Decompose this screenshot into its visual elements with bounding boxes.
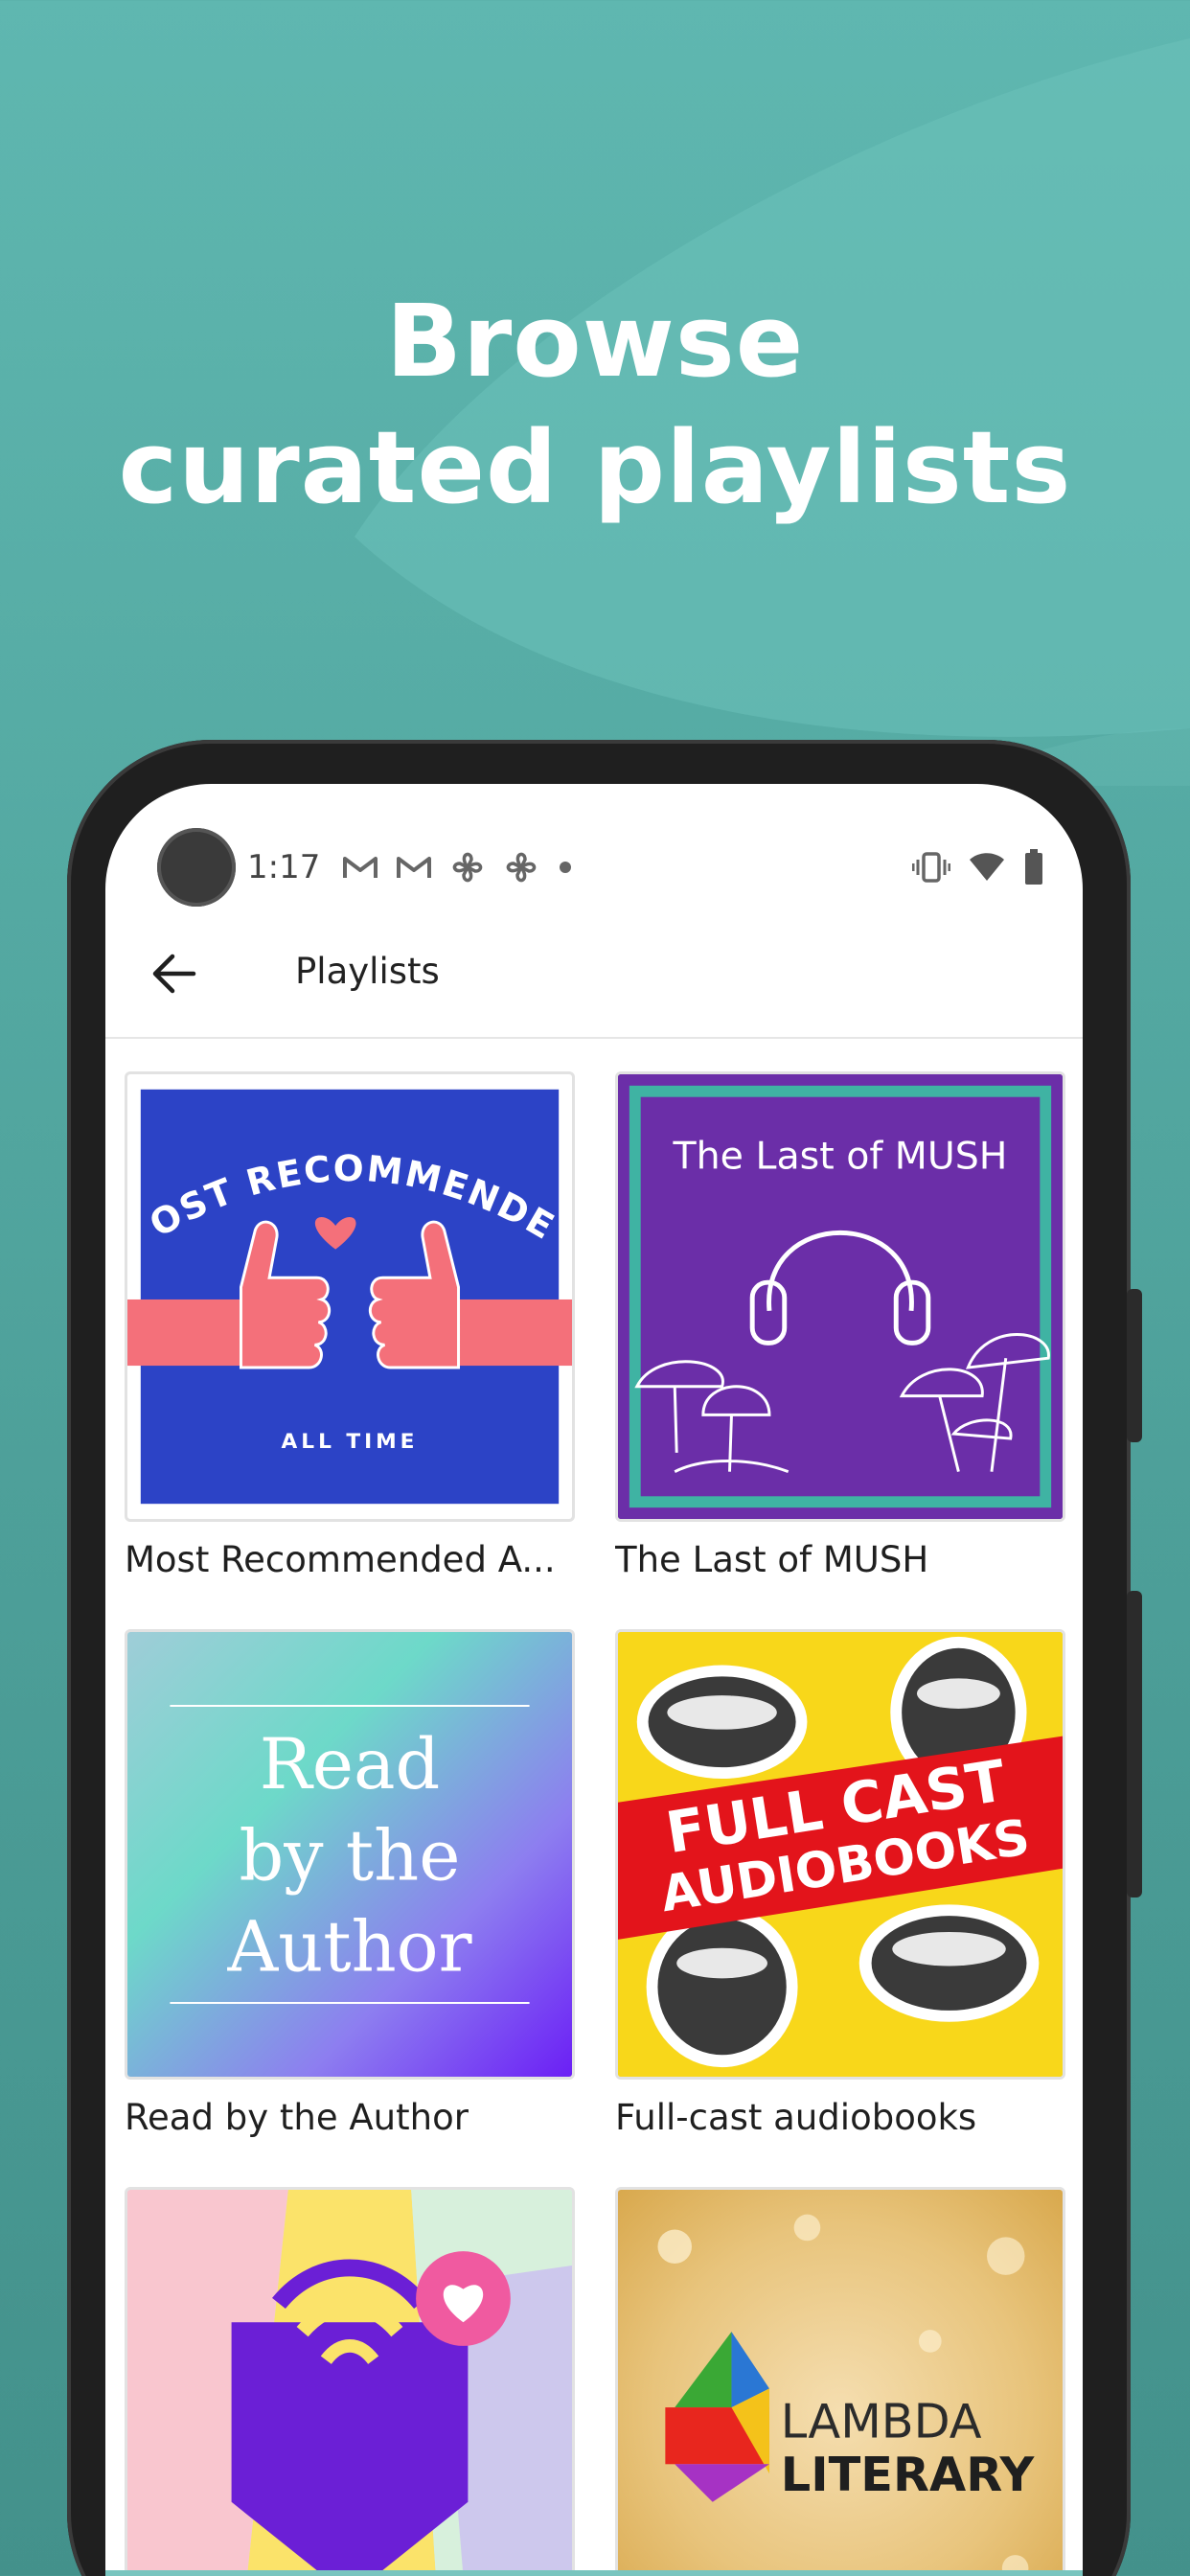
phone-side-button (1127, 1591, 1142, 1898)
headline: Browse curated playlists (0, 278, 1190, 531)
cover-text-lambda: LAMBDA (781, 2394, 982, 2450)
playlist-title: Full-cast audiobooks (615, 2097, 977, 2138)
full-cast-cover-art: FULL CAST AUDIOBOOKS (618, 1632, 1063, 2077)
playlist-cover: MOST RECOMMENDED ALL TIME (125, 1071, 575, 1522)
playlist-title: Most Recommended A... (125, 1539, 556, 1580)
status-bar: 1:17 (247, 834, 1044, 901)
page-title: Playlists (295, 951, 440, 992)
lambda-literary-cover-art: LAMBDA LITERARY (618, 2190, 1063, 2576)
app-bar: Playlists (105, 908, 1083, 1039)
pinwheel-icon (453, 852, 483, 883)
audiobook-heart-cover-art (127, 2190, 572, 2576)
phone-side-button (1127, 1289, 1142, 1442)
cover-text-author: Author (226, 1906, 471, 1988)
arrow-left-icon (152, 954, 196, 994)
bottom-strip (105, 2570, 1083, 2576)
headline-line-1: Browse (385, 283, 805, 400)
cover-text-by-the: by the (240, 1816, 461, 1898)
wifi-icon (970, 853, 1004, 881)
most-recommended-cover-art: MOST RECOMMENDED ALL TIME (127, 1074, 572, 1505)
playlist-title: Read by the Author (125, 2097, 469, 2138)
playlist-cover: LAMBDA LITERARY (615, 2187, 1065, 2576)
cover-text-all-time: ALL TIME (282, 1430, 419, 1454)
cover-text-literary: LITERARY (781, 2447, 1036, 2502)
playlist-cover: The Last of MUSH (615, 1071, 1065, 1522)
playlist-cover: Read by the Author (125, 1629, 575, 2080)
phone-screen: 1:17 Playlists MOST RECOMMENDE (105, 784, 1083, 2576)
system-icons (912, 849, 1044, 886)
playlist-cover (125, 2187, 575, 2576)
dot-icon (560, 862, 572, 873)
cover-text-read: Read (260, 1724, 441, 1806)
battery-icon (1025, 849, 1042, 885)
vibrate-icon (912, 852, 950, 883)
back-button[interactable] (146, 945, 203, 1002)
status-time: 1:17 (247, 848, 321, 886)
playlist-cover: FULL CAST AUDIOBOOKS (615, 1629, 1065, 2080)
playlist-title: The Last of MUSH (615, 1539, 929, 1580)
last-of-mush-cover-art: The Last of MUSH (618, 1074, 1063, 1519)
pinwheel-icon (507, 852, 537, 883)
read-by-author-cover-art: Read by the Author (127, 1632, 572, 2077)
headline-line-2: curated playlists (118, 409, 1072, 526)
gmail-icon (397, 857, 432, 878)
camera-cutout (157, 828, 236, 907)
notification-icons (341, 848, 575, 886)
gmail-icon (343, 857, 378, 878)
cover-text-last-of-mush: The Last of MUSH (673, 1135, 1008, 1179)
